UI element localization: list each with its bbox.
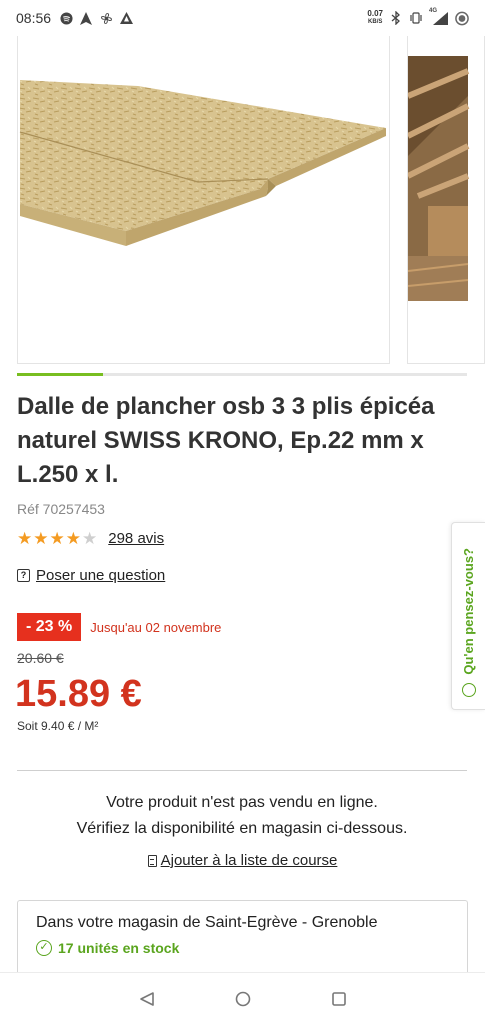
status-time: 08:56 [16, 10, 52, 26]
ask-question-link[interactable]: ? Poser une question [17, 567, 165, 584]
osb-board-image [19, 80, 386, 246]
net-speed: 0.07 KB/S [367, 10, 383, 26]
notice-line-1: Votre produit n'est pas vendu en ligne. [106, 794, 378, 811]
store-name: Dans votre magasin de Saint-Egrève - Gre… [36, 914, 378, 931]
old-price: 20.60 € [17, 650, 64, 666]
promo-end-date: Jusqu'au 02 novembre [90, 619, 222, 635]
shopping-list-label: Ajouter à la liste de course [160, 852, 338, 869]
star-filled-icon: ★ [17, 529, 33, 548]
recents-icon[interactable] [330, 990, 348, 1008]
stock-status: ✓ 17 unités en stock [36, 940, 449, 956]
reviews-link[interactable]: 298 avis [108, 530, 164, 547]
home-icon[interactable] [234, 990, 252, 1008]
unit-price: Soit 9.40 € / M² [17, 719, 99, 733]
star-filled-icon: ★ [33, 529, 49, 548]
promo-row: - 23 % Jusqu'au 02 novembre [17, 613, 221, 641]
chat-bubble-icon [461, 683, 476, 697]
add-to-shopping-list-link[interactable]: Ajouter à la liste de course [0, 852, 485, 869]
system-navigation-bar [0, 972, 485, 1024]
star-filled-icon: ★ [65, 529, 81, 548]
bluetooth-icon [389, 11, 403, 25]
feedback-tab[interactable]: Qu'en pensez-vous? [451, 522, 485, 710]
product-rating[interactable]: ★ ★ ★ ★ ★ 298 avis [17, 530, 164, 547]
vibrate-icon [409, 11, 423, 25]
star-empty-icon: ★ [82, 529, 98, 548]
battery-icon [455, 11, 469, 25]
status-bar: 08:56 0.07 KB/S 4G [0, 0, 485, 36]
section-divider [17, 770, 467, 771]
feedback-label: Qu'en pensez-vous? [461, 548, 476, 675]
question-icon: ? [17, 569, 30, 582]
status-system-icons: 0.07 KB/S 4G [367, 8, 469, 26]
current-price: 15.89 € [15, 673, 142, 715]
product-image-gallery[interactable] [0, 36, 485, 366]
status-notification-icons [59, 11, 133, 25]
signal-4g-icon: 4G [429, 8, 449, 25]
product-image-next[interactable] [407, 36, 485, 364]
gallery-progress-bar [17, 373, 467, 376]
back-icon[interactable] [138, 990, 156, 1008]
net-speed-unit: KB/S [368, 19, 383, 25]
fan-icon [99, 11, 113, 25]
star-filled-icon: ★ [49, 529, 65, 548]
gallery-progress-fill [17, 373, 103, 376]
alert-triangle-icon [119, 11, 133, 25]
ask-question-label: Poser une question [36, 567, 166, 584]
store-availability-card[interactable]: Dans votre magasin de Saint-Egrève - Gre… [17, 900, 468, 980]
notice-line-2: Vérifiez la disponibilité en magasin ci-… [76, 820, 408, 837]
net-speed-value: 0.07 [367, 9, 383, 18]
stock-label: 17 unités en stock [58, 940, 180, 956]
product-title: Dalle de plancher osb 3 3 plis épicéa na… [17, 393, 435, 488]
product-image-main[interactable] [17, 36, 390, 364]
rating-stars: ★ ★ ★ ★ ★ [17, 530, 98, 547]
product-reference: Réf 70257453 [17, 501, 105, 517]
navigation-arrow-icon [79, 11, 93, 25]
discount-badge: - 23 % [17, 613, 82, 641]
attic-floor-image [408, 56, 470, 301]
network-label: 4G [429, 8, 438, 14]
check-circle-icon: ✓ [36, 940, 52, 956]
shopping-list-icon [147, 854, 157, 867]
availability-notice: Votre produit n'est pas vendu en ligne. … [17, 790, 467, 842]
spotify-icon [59, 11, 73, 25]
